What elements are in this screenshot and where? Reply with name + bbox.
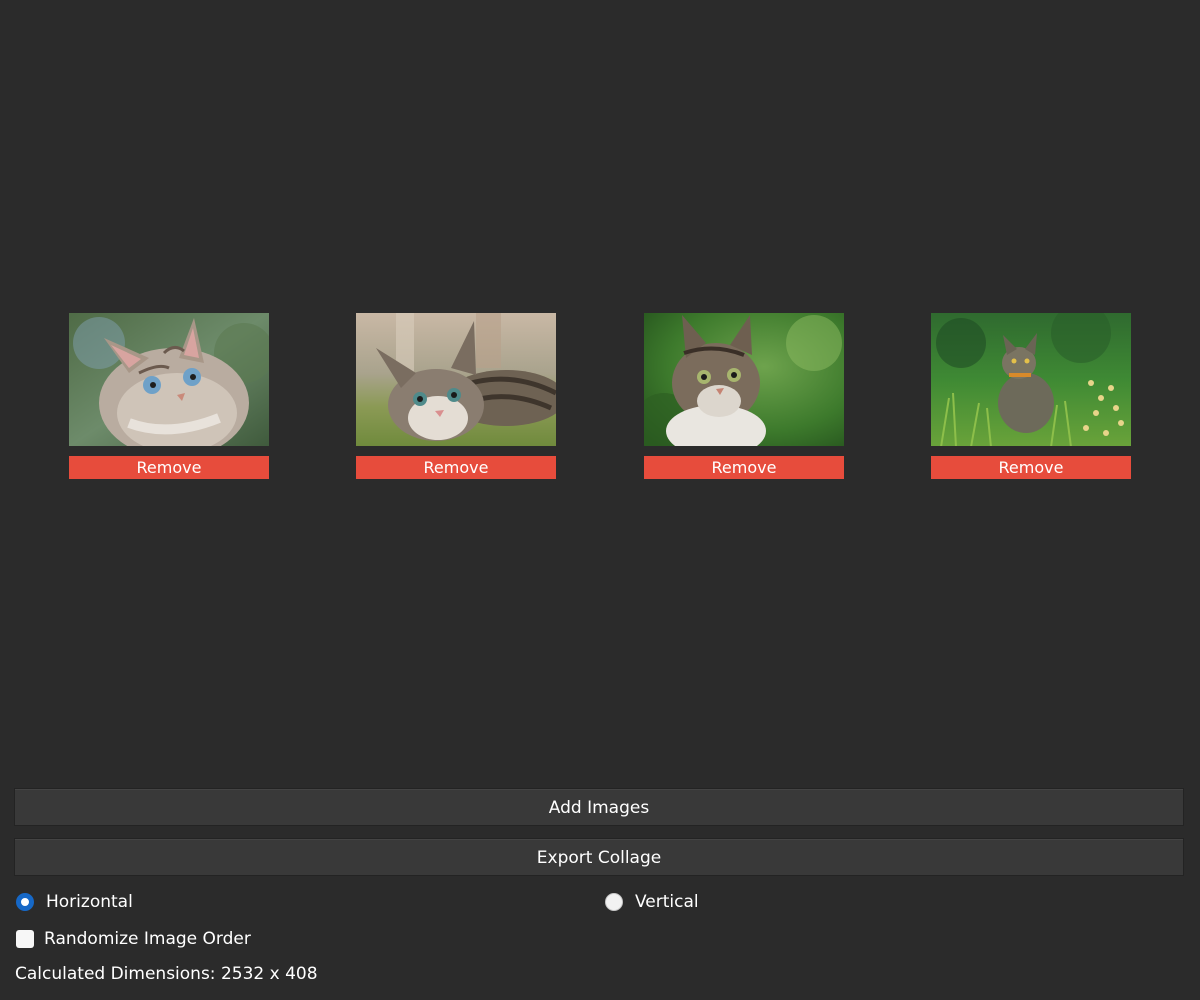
- radio-checked-icon[interactable]: [16, 893, 34, 911]
- remove-button[interactable]: Remove: [644, 456, 844, 479]
- cat-image-thumbnail: [356, 313, 556, 446]
- remove-button[interactable]: Remove: [931, 456, 1131, 479]
- orientation-vertical-option[interactable]: Vertical: [605, 891, 699, 913]
- checkbox-icon[interactable]: [16, 930, 34, 948]
- image-tile: Remove: [69, 313, 269, 479]
- cat-image-thumbnail: [644, 313, 844, 446]
- image-gallery: Remove Remove Remove Remove: [0, 0, 1200, 780]
- image-tile: Remove: [644, 313, 844, 479]
- calculated-dimensions-text: Calculated Dimensions: 2532 x 408: [15, 964, 318, 984]
- add-images-button[interactable]: Add Images: [14, 788, 1184, 826]
- randomize-order-option[interactable]: Randomize Image Order: [16, 928, 251, 950]
- randomize-order-label: Randomize Image Order: [44, 929, 251, 949]
- radio-unchecked-icon[interactable]: [605, 893, 623, 911]
- export-collage-button[interactable]: Export Collage: [14, 838, 1184, 876]
- remove-button[interactable]: Remove: [356, 456, 556, 479]
- orientation-vertical-label: Vertical: [635, 892, 699, 912]
- remove-button[interactable]: Remove: [69, 456, 269, 479]
- orientation-horizontal-label: Horizontal: [46, 892, 133, 912]
- cat-image-thumbnail: [931, 313, 1131, 446]
- cat-image-thumbnail: [69, 313, 269, 446]
- image-tile: Remove: [356, 313, 556, 479]
- orientation-horizontal-option[interactable]: Horizontal: [16, 891, 133, 913]
- image-tile: Remove: [931, 313, 1131, 479]
